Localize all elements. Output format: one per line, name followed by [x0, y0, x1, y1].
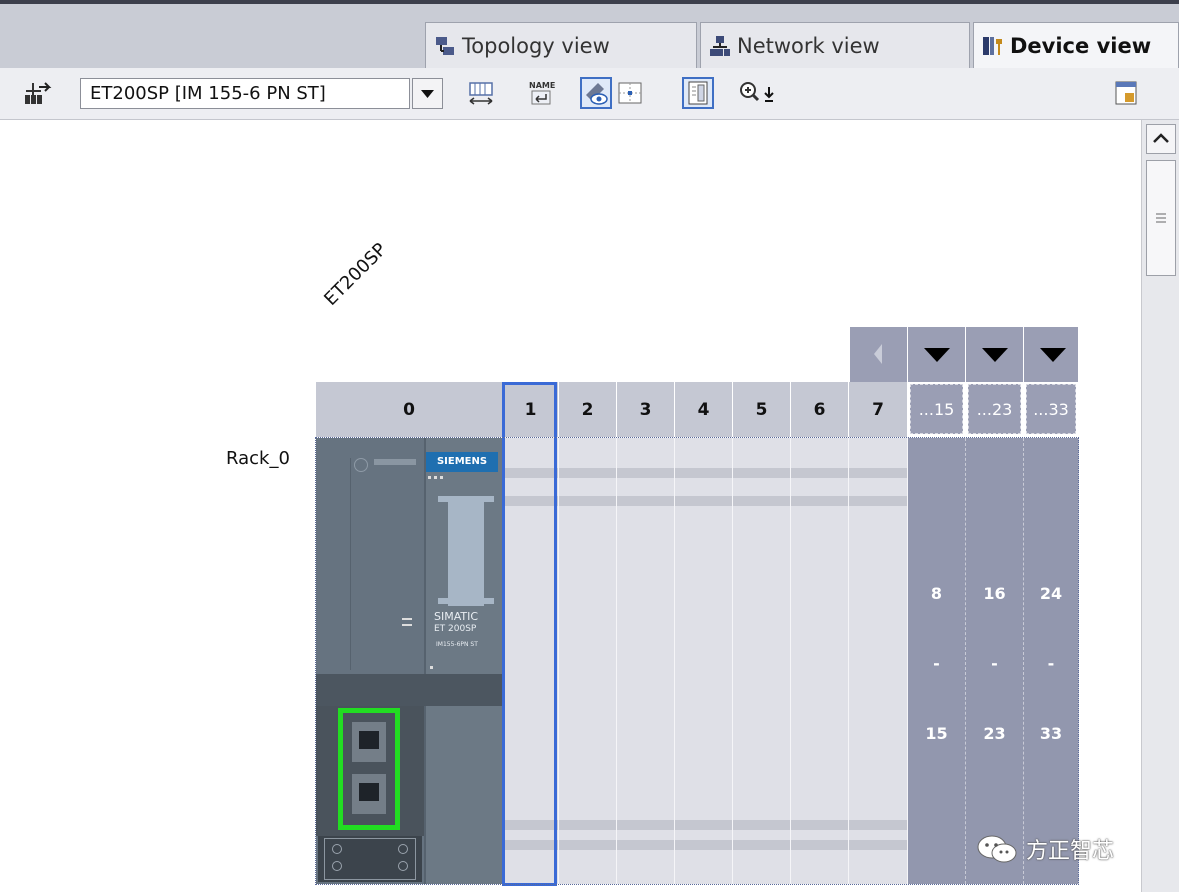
module-text-strip [374, 459, 416, 465]
triangle-down-icon [924, 348, 950, 362]
slot-header: 5 [733, 382, 790, 437]
status-led [354, 458, 368, 472]
device-overview-toggle-button[interactable] [682, 77, 714, 109]
eye-icon [586, 83, 608, 105]
scroll-up-button[interactable] [1146, 124, 1176, 154]
ext-range-end: 15 [925, 724, 948, 743]
topology-icon [434, 35, 456, 57]
bus-terminal [318, 836, 422, 882]
ext-slot-group[interactable]: 8 - 15 [908, 438, 966, 884]
device-select-dropdown-button[interactable] [412, 78, 443, 109]
chevron-down-icon [421, 90, 434, 98]
show-module-labels-button[interactable]: NAME [526, 77, 558, 109]
siemens-label: SIEMENS [426, 452, 498, 472]
watermark-text: 方正智芯 [1026, 839, 1115, 864]
show-module-images-button[interactable] [580, 77, 612, 109]
triangle-down-icon [1040, 348, 1066, 362]
change-width-button[interactable] [466, 77, 498, 109]
empty-slot[interactable] [791, 438, 849, 884]
task-card-icon [1115, 81, 1137, 105]
slot-header: 2 [559, 382, 616, 437]
vertical-scrollbar[interactable] [1141, 120, 1179, 892]
tab-network-view[interactable]: Network view [700, 22, 970, 68]
slot-header: 7 [849, 382, 907, 437]
ext-range-start: 8 [930, 584, 943, 603]
device-select[interactable]: ET200SP [IM 155-6 PN ST] [80, 78, 410, 109]
selected-slot-outline [502, 382, 557, 886]
expand-slots-button[interactable] [966, 327, 1023, 382]
ext-range-start: 16 [983, 584, 1006, 603]
ethernet-port-icon [352, 774, 386, 814]
slot-header: 0 [316, 382, 502, 437]
scroll-thumb[interactable] [1146, 160, 1176, 276]
scroll-left-button[interactable] [850, 327, 907, 382]
slot-header: 6 [791, 382, 848, 437]
wechat-icon [977, 835, 1017, 863]
triangle-left-icon [874, 344, 882, 364]
grid-icon [618, 82, 642, 104]
network-overview-button[interactable] [22, 77, 54, 109]
watermark: 方正智芯 [976, 833, 1114, 865]
interface-module[interactable]: SIEMENS SIMATIC ET 200SP IM155-6PN ST [316, 438, 502, 884]
chevron-up-icon [1153, 133, 1169, 143]
network-icon [709, 35, 731, 57]
slot-header: 3 [617, 382, 674, 437]
ext-range-sep: - [1047, 654, 1055, 673]
ext-range-end: 33 [1039, 724, 1063, 743]
editor-tab-bar: Topology view Network view Device view [0, 0, 1179, 68]
ext-range-sep: - [933, 654, 940, 673]
ext-slot-header[interactable]: ...23 [968, 384, 1021, 434]
rack-label[interactable]: Rack_0 [226, 448, 290, 469]
empty-slot[interactable] [849, 438, 908, 884]
change-width-icon [469, 82, 493, 105]
tab-device-label: Device view [1010, 33, 1152, 58]
ext-slot-group[interactable]: 16 - 23 [966, 438, 1024, 884]
empty-slot[interactable] [559, 438, 617, 884]
tab-network-label: Network view [737, 33, 880, 58]
module-labels-icon: NAME [529, 81, 555, 105]
module-band [316, 674, 502, 706]
expand-slots-button[interactable] [1024, 327, 1078, 382]
ethernet-port-icon [352, 722, 386, 762]
ext-slot-header[interactable]: ...33 [1026, 384, 1076, 434]
device-icon [982, 35, 1004, 57]
grid-toggle-button[interactable] [614, 77, 646, 109]
zoom-in-icon [740, 82, 774, 102]
module-line3: IM155-6PN ST [436, 641, 478, 648]
ext-range-start: 24 [1039, 584, 1063, 603]
empty-slot[interactable] [733, 438, 791, 884]
ext-slot-header[interactable]: ...15 [910, 384, 963, 434]
empty-slot[interactable] [617, 438, 675, 884]
device-overview-icon [688, 81, 708, 105]
slot-header: 4 [675, 382, 732, 437]
network-overview-icon [25, 82, 52, 104]
tab-topology-view[interactable]: Topology view [425, 22, 697, 68]
expand-slots-button[interactable] [908, 327, 965, 382]
tab-device-view[interactable]: Device view [973, 22, 1179, 68]
tab-topology-label: Topology view [462, 33, 610, 58]
task-card-button[interactable] [1110, 77, 1142, 109]
empty-slot[interactable] [675, 438, 733, 884]
profinet-ports[interactable] [338, 708, 400, 830]
zoom-button[interactable] [736, 77, 782, 109]
module-line1: SIMATIC [434, 610, 479, 623]
svg-text:NAME: NAME [529, 81, 555, 90]
ext-range-sep: - [991, 654, 998, 673]
module-line2: ET 200SP [434, 624, 477, 634]
device-view-toolbar: ET200SP [IM 155-6 PN ST] NAME [0, 68, 1179, 120]
ext-range-end: 23 [983, 724, 1006, 743]
triangle-down-icon [982, 348, 1008, 362]
grip-icon [1156, 213, 1166, 223]
ext-slot-group[interactable]: 24 - 33 [1024, 438, 1079, 884]
module-cover-strip [448, 496, 484, 606]
